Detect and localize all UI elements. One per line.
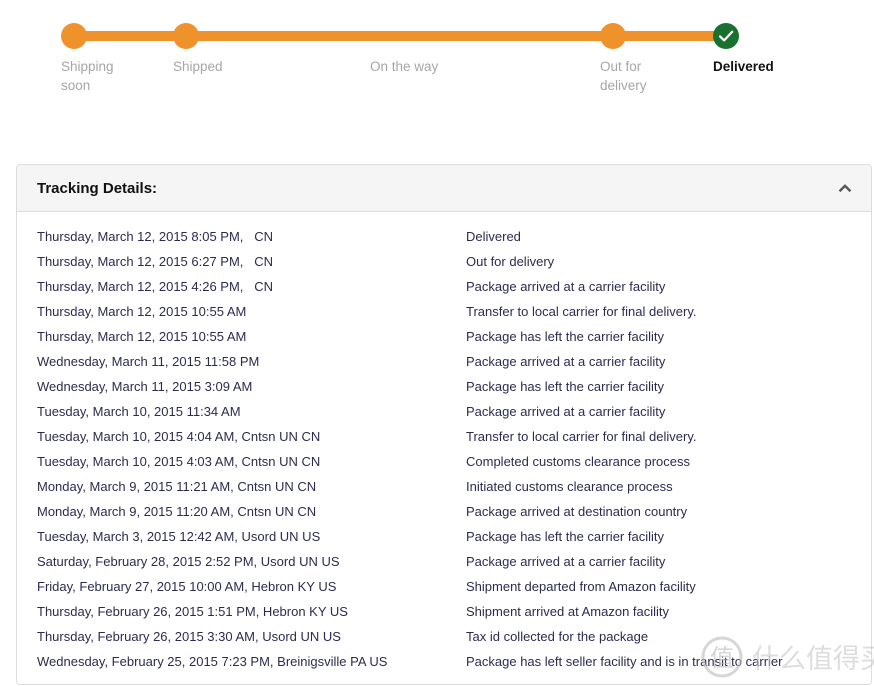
event-date: Tuesday, March 10, 2015 4:04 AM, Cntsn U… [37,429,321,444]
tracker-label-3: Out for delivery [600,59,647,93]
table-row: Thursday, March 12, 2015 10:55 AM Package… [17,324,871,349]
table-row: Thursday, February 26, 2015 3:30 AM, Uso… [17,624,871,649]
event-status: Package arrived at destination country [466,504,688,519]
table-row: Tuesday, March 10, 2015 4:03 AM, Cntsn U… [17,449,871,474]
table-row: Tuesday, March 10, 2015 11:34 AM Package … [17,399,871,424]
tracking-details-panel: Tracking Details: Thursday, March 12, 20… [16,164,872,685]
table-row: Monday, March 9, 2015 11:20 AM, Cntsn UN… [17,499,871,524]
table-row: Tuesday, March 3, 2015 12:42 AM, Usord U… [17,524,871,549]
tracker-label-4: Delivered [713,59,774,74]
event-status: Out for delivery [466,254,555,269]
event-status: Shipment departed from Amazon facility [466,579,696,594]
event-date: Thursday, February 26, 2015 3:30 AM, Uso… [37,629,341,644]
event-status: Package has left seller facility and is … [466,654,783,669]
event-date: Thursday, March 12, 2015 6:27 PM, CN [37,254,274,269]
event-status: Package has left the carrier facility [466,529,664,544]
table-row: Wednesday, March 11, 2015 11:58 PM Packag… [17,349,871,374]
table-row: Tuesday, March 10, 2015 4:04 AM, Cntsn U… [17,424,871,449]
event-date: Thursday, March 12, 2015 10:55 AM [37,329,247,344]
event-date: Tuesday, March 10, 2015 11:34 AM [37,404,241,419]
progress-bar [74,31,726,41]
event-status: Delivered [466,229,521,244]
event-date: Tuesday, March 3, 2015 12:42 AM, Usord U… [37,529,321,544]
event-date: Thursday, February 26, 2015 1:51 PM, Heb… [37,604,348,619]
table-row: Friday, February 27, 2015 10:00 AM, Hebr… [17,574,871,599]
event-date: Wednesday, March 11, 2015 11:58 PM [37,354,260,369]
tracker-label-1: Shipped [173,59,223,74]
event-date: Tuesday, March 10, 2015 4:03 AM, Cntsn U… [37,454,321,469]
table-row: Thursday, March 12, 2015 8:05 PM, CN Deli… [17,224,871,249]
shipment-progress-tracker: Shipping soon Shipped On the way Out for de… [0,0,874,156]
tracker-node-0 [61,23,87,49]
table-row: Thursday, February 26, 2015 1:51 PM, Heb… [17,599,871,624]
event-status: Transfer to local carrier for final deli… [466,429,697,444]
event-date: Wednesday, March 11, 2015 3:09 AM [37,379,253,394]
tracking-details-header[interactable]: Tracking Details: [17,165,871,212]
event-status: Completed customs clearance process [466,454,690,469]
event-date: Monday, March 9, 2015 11:20 AM, Cntsn UN… [37,504,317,519]
event-status: Package has left the carrier facility [466,329,664,344]
table-row: Thursday, March 12, 2015 10:55 AM Transfe… [17,299,871,324]
event-status: Package has left the carrier facility [466,379,664,394]
event-date: Wednesday, February 25, 2015 7:23 PM, Br… [37,654,388,669]
event-date: Monday, March 9, 2015 11:21 AM, Cntsn UN… [37,479,317,494]
table-row: Wednesday, March 11, 2015 3:09 AM Package… [17,374,871,399]
chevron-up-icon[interactable] [837,180,853,196]
table-row: Thursday, March 12, 2015 6:27 PM, CN Out … [17,249,871,274]
tracker-node-3 [600,23,626,49]
table-row: Wednesday, February 25, 2015 7:23 PM, Br… [17,649,871,674]
tracker-label-2: On the way [370,59,439,74]
event-date: Friday, February 27, 2015 10:00 AM, Hebr… [37,579,337,594]
event-status: Tax id collected for the package [466,629,649,644]
event-date: Thursday, March 12, 2015 8:05 PM, CN [37,229,274,244]
event-status: Initiated customs clearance process [466,479,673,494]
event-status: Package arrived at a carrier facility [466,554,666,569]
check-icon [718,30,734,42]
event-status: Package arrived at a carrier facility [466,404,666,419]
tracking-events-list: Thursday, March 12, 2015 8:05 PM, CN Deli… [17,212,871,684]
panel-title: Tracking Details: [37,179,158,197]
tracker-label-0: Shipping soon [61,59,114,93]
event-status: Transfer to local carrier for final deli… [466,304,697,319]
event-status: Shipment arrived at Amazon facility [466,604,670,619]
event-date: Thursday, March 12, 2015 4:26 PM, CN [37,279,274,294]
tracker-node-4 [713,23,739,49]
table-row: Monday, March 9, 2015 11:21 AM, Cntsn UN… [17,474,871,499]
table-row: Thursday, March 12, 2015 4:26 PM, CN Pack… [17,274,871,299]
event-date: Thursday, March 12, 2015 10:55 AM [37,304,247,319]
tracker-node-1 [173,23,199,49]
table-row: Saturday, February 28, 2015 2:52 PM, Uso… [17,549,871,574]
event-status: Package arrived at a carrier facility [466,279,666,294]
event-status: Package arrived at a carrier facility [466,354,666,369]
event-date: Saturday, February 28, 2015 2:52 PM, Uso… [37,554,340,569]
